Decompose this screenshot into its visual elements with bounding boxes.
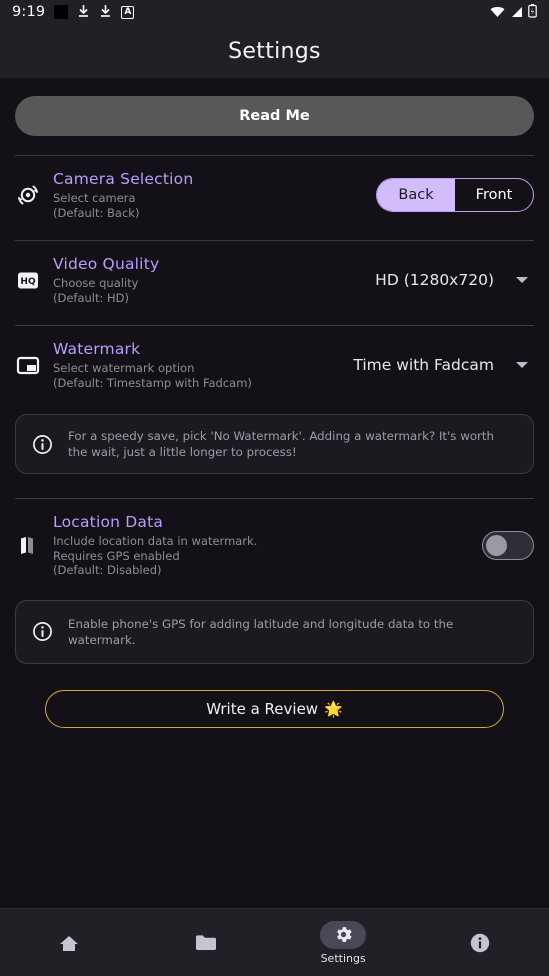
watermark-dropdown[interactable]: Time with Fadcam bbox=[353, 356, 534, 374]
video-quality-dropdown[interactable]: HD (1280x720) bbox=[375, 271, 534, 289]
setting-row-watermark[interactable]: Watermark Select watermark option (Defau… bbox=[0, 326, 549, 402]
nav-item-folder[interactable] bbox=[137, 909, 274, 976]
a-badge-icon: A bbox=[121, 5, 135, 19]
status-bar-left: 9:19 A bbox=[12, 3, 135, 22]
location-data-default: (Default: Disabled) bbox=[53, 563, 162, 577]
video-quality-default: (Default: HD) bbox=[53, 290, 130, 305]
download-icon bbox=[99, 3, 112, 22]
bottom-navigation: Settings bbox=[0, 908, 549, 976]
nav-item-home[interactable] bbox=[0, 909, 137, 976]
svg-text:HQ: HQ bbox=[20, 277, 36, 287]
camera-option-back[interactable]: Back bbox=[377, 179, 455, 211]
battery-charging-icon bbox=[528, 3, 537, 22]
info-icon bbox=[32, 434, 54, 455]
info-icon[interactable] bbox=[457, 929, 503, 957]
chevron-down-icon[interactable] bbox=[516, 277, 528, 283]
location-data-title: Location Data bbox=[53, 513, 164, 531]
home-icon[interactable] bbox=[46, 929, 92, 957]
nav-item-settings-label: Settings bbox=[320, 951, 366, 965]
chevron-down-icon[interactable] bbox=[516, 362, 528, 368]
camera-selection-text: Camera Selection Select camera (Default:… bbox=[53, 170, 364, 220]
location-info-text: Enable phone's GPS for adding latitude a… bbox=[68, 616, 454, 647]
video-quality-subtitle: Choose quality bbox=[53, 276, 139, 290]
watermark-info-text: For a speedy save, pick 'No Watermark'. … bbox=[68, 429, 495, 459]
page-title: Settings bbox=[228, 38, 321, 64]
watermark-value: Time with Fadcam bbox=[353, 356, 494, 374]
video-quality-title: Video Quality bbox=[53, 255, 160, 273]
black-box-icon bbox=[54, 5, 69, 19]
setting-row-location-data[interactable]: Location Data Include location data in w… bbox=[0, 499, 549, 590]
flip-camera-icon bbox=[15, 182, 41, 208]
camera-selection-default: (Default: Back) bbox=[53, 205, 140, 220]
watermark-title: Watermark bbox=[53, 340, 141, 358]
camera-selection-control[interactable]: Back Front bbox=[376, 178, 534, 212]
location-data-control[interactable] bbox=[482, 530, 534, 560]
camera-segmented-control[interactable]: Back Front bbox=[376, 178, 534, 212]
location-data-subtitle-2: Requires GPS enabled bbox=[53, 548, 180, 563]
watermark-default: (Default: Timestamp with Fadcam) bbox=[53, 375, 252, 390]
camera-option-front[interactable]: Front bbox=[455, 179, 533, 211]
nav-item-settings[interactable]: Settings bbox=[275, 909, 412, 976]
video-quality-value: HD (1280x720) bbox=[375, 271, 494, 289]
watermark-control[interactable]: Time with Fadcam bbox=[353, 356, 534, 374]
signal-icon bbox=[510, 3, 523, 22]
map-icon bbox=[15, 534, 41, 556]
status-bar: 9:19 A bbox=[0, 0, 549, 24]
folder-icon[interactable] bbox=[183, 929, 229, 957]
nav-item-info[interactable] bbox=[412, 909, 549, 976]
watermark-text: Watermark Select watermark option (Defau… bbox=[53, 340, 341, 390]
setting-row-camera-selection[interactable]: Camera Selection Select camera (Default:… bbox=[0, 156, 549, 232]
info-icon bbox=[32, 621, 54, 642]
location-data-subtitle-1: Include location data in watermark. bbox=[53, 534, 258, 548]
star-icon: 🌟 bbox=[324, 699, 343, 718]
wifi-icon bbox=[490, 3, 505, 22]
write-review-label: Write a Review bbox=[206, 699, 319, 718]
location-data-text: Location Data Include location data in w… bbox=[53, 513, 470, 578]
toggle-knob bbox=[486, 534, 507, 556]
video-quality-text: Video Quality Choose quality (Default: H… bbox=[53, 255, 363, 305]
location-data-toggle[interactable] bbox=[482, 530, 534, 560]
write-review-button[interactable]: Write a Review 🌟 bbox=[45, 689, 504, 728]
gear-icon[interactable] bbox=[320, 920, 367, 949]
setting-row-video-quality[interactable]: HQ Video Quality Choose quality (Default… bbox=[0, 241, 549, 317]
settings-content: Read Me Camera Selection Select camera (… bbox=[0, 78, 549, 908]
video-quality-control[interactable]: HD (1280x720) bbox=[375, 271, 534, 289]
camera-selection-subtitle: Select camera bbox=[53, 191, 136, 205]
watermark-subtitle: Select watermark option bbox=[53, 361, 195, 375]
settings-screen: 9:19 A Settings Read Me Camera Selection… bbox=[0, 0, 549, 976]
location-info-box: Enable phone's GPS for adding latitude a… bbox=[15, 599, 534, 664]
download-icon bbox=[77, 3, 90, 22]
branding-watermark-icon bbox=[15, 356, 41, 375]
status-bar-clock: 9:19 bbox=[12, 4, 46, 20]
read-me-button[interactable]: Read Me bbox=[15, 96, 534, 136]
watermark-info-box: For a speedy save, pick 'No Watermark'. … bbox=[15, 414, 534, 474]
camera-selection-title: Camera Selection bbox=[53, 170, 194, 188]
app-header: Settings bbox=[0, 24, 549, 78]
hq-badge-icon: HQ bbox=[15, 271, 41, 290]
status-bar-right bbox=[490, 3, 537, 22]
